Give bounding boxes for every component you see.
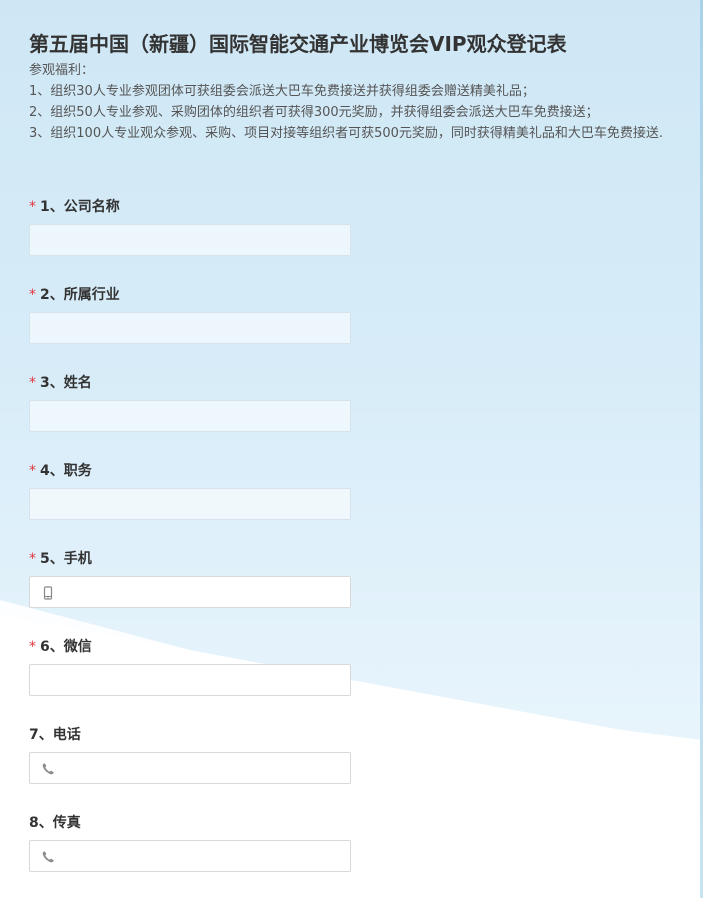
position-input[interactable]	[30, 489, 350, 519]
field-label: 7、电话	[29, 725, 674, 745]
required-asterisk: *	[29, 639, 36, 655]
field-label-text: 7、电话	[29, 727, 81, 743]
field-label-text: 2、所属行业	[40, 287, 120, 303]
description-line: 3、组织100人专业观众参观、采购、项目对接等组织者可获500元奖励，同时获得精…	[29, 126, 664, 141]
description-line: 1、组织30人专业参观团体可获组委会派送大巴车免费接送并获得组委会赠送精美礼品；	[29, 84, 535, 99]
field-label-text: 5、手机	[40, 551, 92, 567]
form-page: 第五届中国（新疆）国际智能交通产业博览会VIP观众登记表 参观福利： 1、组织3…	[0, 0, 703, 898]
field-company-name: * 1、公司名称	[29, 197, 674, 285]
field-position: * 4、职务	[29, 461, 674, 549]
required-asterisk: *	[29, 463, 36, 479]
wechat-input[interactable]	[30, 665, 350, 695]
field-telephone: 7、电话	[29, 725, 674, 813]
required-asterisk: *	[29, 551, 36, 567]
field-label: 8、传真	[29, 813, 674, 833]
field-label: * 4、职务	[29, 461, 674, 481]
industry-box	[29, 312, 351, 344]
form-fields: * 1、公司名称 * 2、所属行业 * 3、姓名 * 4、职务 * 5、手机 *…	[29, 197, 674, 898]
position-box	[29, 488, 351, 520]
company-name-input[interactable]	[30, 225, 350, 255]
field-mobile: * 5、手机	[29, 549, 674, 637]
mobile-input[interactable]	[30, 577, 350, 607]
description-line: 参观福利：	[29, 63, 95, 78]
field-label: * 6、微信	[29, 637, 674, 657]
wechat-box	[29, 664, 351, 696]
required-asterisk: *	[29, 287, 36, 303]
required-asterisk: *	[29, 375, 36, 391]
company-name-box	[29, 224, 351, 256]
form-title: 第五届中国（新疆）国际智能交通产业博览会VIP观众登记表	[29, 32, 567, 56]
fax-input[interactable]	[30, 841, 350, 871]
name-input[interactable]	[30, 401, 350, 431]
telephone-input[interactable]	[30, 753, 350, 783]
form-container: 第五届中国（新疆）国际智能交通产业博览会VIP观众登记表 参观福利： 1、组织3…	[0, 0, 703, 898]
telephone-box	[29, 752, 351, 784]
field-fax: 8、传真	[29, 813, 674, 898]
field-wechat: * 6、微信	[29, 637, 674, 725]
field-label: * 5、手机	[29, 549, 674, 569]
field-label-text: 6、微信	[40, 639, 92, 655]
industry-input[interactable]	[30, 313, 350, 343]
mobile-box	[29, 576, 351, 608]
field-label-text: 8、传真	[29, 815, 81, 831]
field-label-text: 1、公司名称	[40, 199, 120, 215]
fax-box	[29, 840, 351, 872]
field-name: * 3、姓名	[29, 373, 674, 461]
field-label: * 1、公司名称	[29, 197, 674, 217]
field-label: * 3、姓名	[29, 373, 674, 393]
field-label-text: 3、姓名	[40, 375, 92, 391]
description-line: 2、组织50人专业参观、采购团体的组织者可获得300元奖励，并获得组委会派送大巴…	[29, 105, 599, 120]
field-industry: * 2、所属行业	[29, 285, 674, 373]
form-description: 参观福利： 1、组织30人专业参观团体可获组委会派送大巴车免费接送并获得组委会赠…	[29, 60, 674, 144]
field-label-text: 4、职务	[40, 463, 92, 479]
name-box	[29, 400, 351, 432]
field-label: * 2、所属行业	[29, 285, 674, 305]
required-asterisk: *	[29, 199, 36, 215]
